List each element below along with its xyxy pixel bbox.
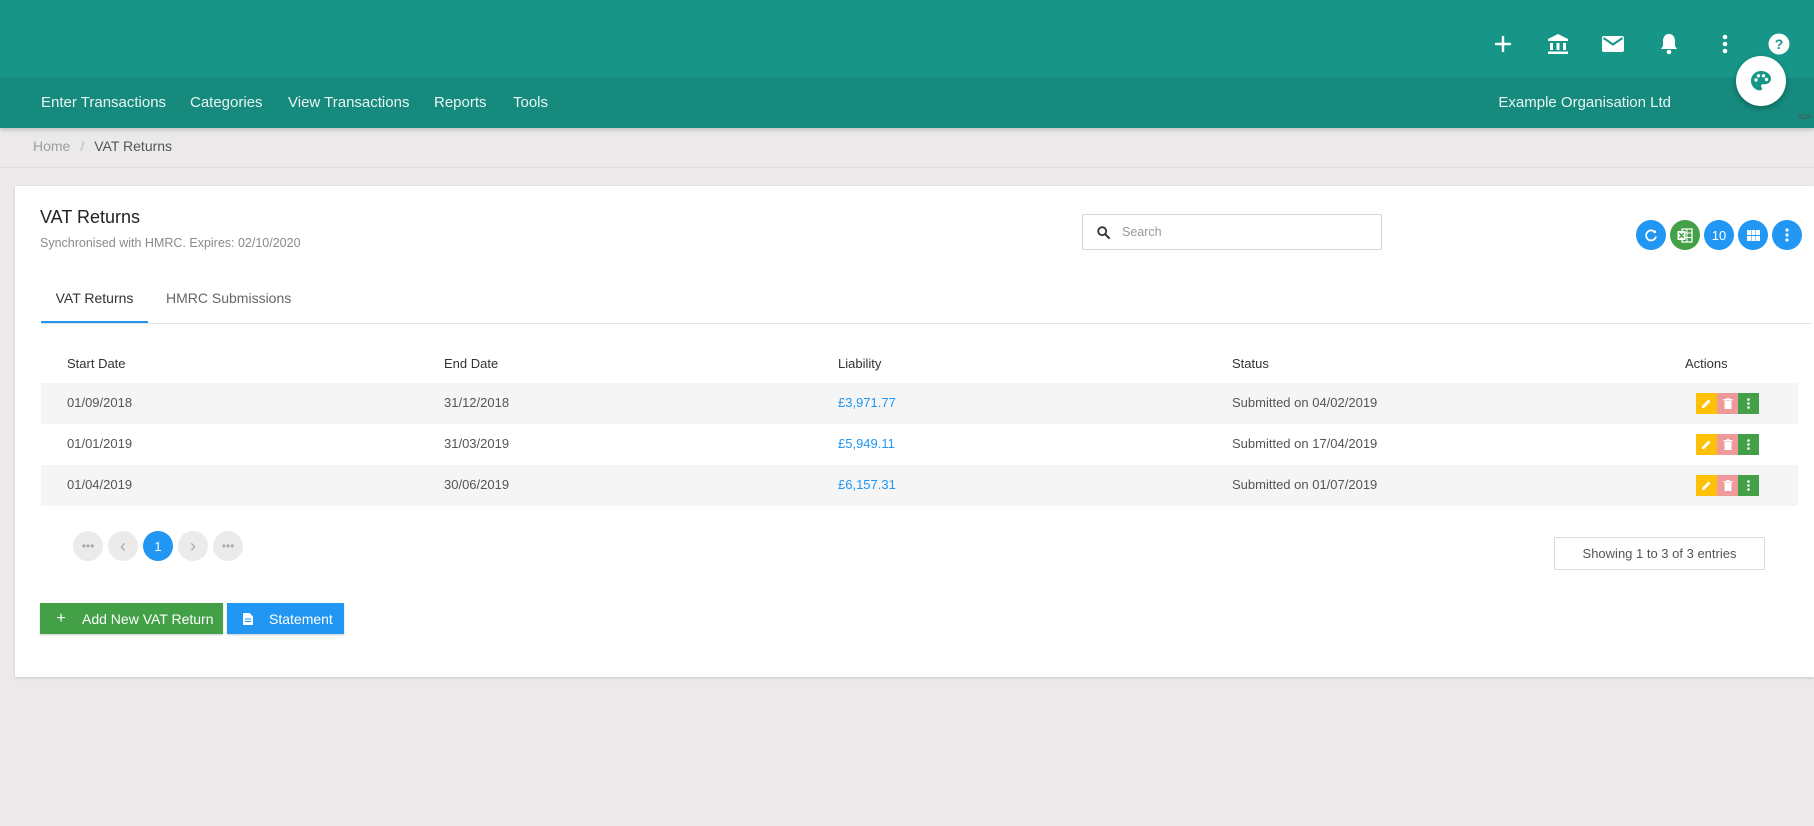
row-more-button[interactable] [1738, 475, 1759, 496]
svg-text:?: ? [1775, 36, 1784, 52]
page-size-button[interactable]: 10 [1704, 220, 1734, 250]
edit-button[interactable] [1696, 434, 1717, 455]
plus-icon: + [56, 609, 66, 627]
plus-icon[interactable] [1491, 32, 1515, 56]
row-actions [1696, 434, 1759, 455]
cell-end-date: 30/06/2019 [444, 477, 510, 492]
trash-icon [1723, 439, 1732, 450]
more-vert-icon[interactable] [1713, 32, 1737, 56]
statement-label: Statement [269, 610, 333, 627]
row-more-button[interactable] [1738, 393, 1759, 414]
column-header-start-date[interactable]: Start Date [67, 356, 126, 371]
sync-status: Synchronised with HMRC. Expires: 02/10/2… [40, 236, 301, 250]
export-excel-button[interactable] [1670, 220, 1700, 250]
more-vert-icon [1747, 439, 1750, 450]
bell-icon[interactable] [1657, 32, 1681, 56]
pencil-icon [1702, 440, 1711, 449]
search-icon [1097, 225, 1110, 239]
tab-vat-returns[interactable]: VAT Returns [41, 274, 148, 323]
table-row: 01/01/2019 31/03/2019 £5,949.11 Submitte… [41, 424, 1798, 465]
app-header: ? [0, 0, 1814, 78]
edit-button[interactable] [1696, 393, 1717, 414]
help-icon[interactable]: ? [1767, 32, 1791, 56]
cell-status: Submitted on 04/02/2019 [1232, 395, 1378, 410]
statement-button[interactable]: Statement [227, 603, 344, 634]
cell-liability-link[interactable]: £3,971.77 [838, 395, 896, 410]
cell-end-date: 31/12/2018 [444, 395, 510, 410]
organisation-name[interactable]: Example Organisation Ltd [1498, 78, 1671, 128]
more-options-button[interactable] [1772, 220, 1802, 250]
breadcrumb-home[interactable]: Home [33, 138, 70, 154]
nav-reports[interactable]: Reports [434, 78, 487, 128]
cell-liability-link[interactable]: £6,157.31 [838, 477, 896, 492]
first-page-button[interactable]: ••• [73, 531, 103, 561]
table-row: 01/04/2019 30/06/2019 £6,157.31 Submitte… [41, 465, 1798, 506]
row-more-button[interactable] [1738, 434, 1759, 455]
more-vert-icon [1785, 228, 1789, 242]
column-header-status[interactable]: Status [1232, 356, 1269, 371]
trash-icon [1723, 480, 1732, 491]
breadcrumb: Home / VAT Returns [33, 138, 172, 154]
breadcrumb-divider [0, 167, 1814, 168]
add-vat-return-button[interactable]: + Add New VAT Return [40, 603, 223, 634]
pencil-icon [1702, 481, 1711, 490]
cell-start-date: 01/01/2019 [67, 436, 133, 451]
table-row: 01/09/2018 31/12/2018 £3,971.77 Submitte… [41, 383, 1798, 424]
delete-button[interactable] [1717, 393, 1738, 414]
refresh-icon [1645, 229, 1657, 242]
vat-returns-card: VAT Returns Synchronised with HMRC. Expi… [15, 186, 1814, 677]
nav-view-transactions[interactable]: View Transactions [288, 78, 409, 128]
delete-button[interactable] [1717, 434, 1738, 455]
column-header-liability[interactable]: Liability [838, 356, 881, 371]
column-header-actions: Actions [1685, 356, 1728, 371]
more-vert-icon [1747, 398, 1750, 409]
last-page-button[interactable]: ••• [213, 531, 243, 561]
nav-categories[interactable]: Categories [190, 78, 263, 128]
row-actions [1696, 393, 1759, 414]
page-1-button[interactable]: 1 [143, 531, 173, 561]
document-icon [227, 612, 269, 625]
cell-start-date: 01/09/2018 [67, 395, 133, 410]
pencil-icon [1702, 399, 1711, 408]
trash-icon [1723, 398, 1732, 409]
cell-end-date: 31/03/2019 [444, 436, 510, 451]
theme-button[interactable] [1736, 56, 1786, 106]
add-vat-return-label: Add New VAT Return [82, 610, 214, 627]
next-page-button[interactable]: › [178, 531, 208, 561]
main-nav: Enter Transactions Categories View Trans… [0, 78, 1814, 128]
cell-status: Submitted on 01/07/2019 [1232, 477, 1378, 492]
palette-icon [1751, 71, 1771, 91]
tabs-divider [41, 323, 1812, 324]
nav-tools[interactable]: Tools [513, 78, 548, 128]
more-vert-icon [1747, 480, 1750, 491]
mail-icon[interactable] [1601, 32, 1625, 56]
cell-status: Submitted on 17/04/2019 [1232, 436, 1378, 451]
page-title: VAT Returns [40, 207, 141, 227]
columns-button[interactable] [1738, 220, 1768, 250]
delete-button[interactable] [1717, 475, 1738, 496]
tab-hmrc-submissions[interactable]: HMRC Submissions [166, 274, 291, 323]
entries-info: Showing 1 to 3 of 3 entries [1554, 537, 1765, 570]
column-header-end-date[interactable]: End Date [444, 356, 498, 371]
row-actions [1696, 475, 1759, 496]
code-toggle-icon[interactable]: <> [1798, 110, 1811, 123]
cell-start-date: 01/04/2019 [67, 477, 133, 492]
search-box [1082, 214, 1382, 250]
breadcrumb-current: VAT Returns [94, 138, 173, 154]
cell-liability-link[interactable]: £5,949.11 [838, 436, 895, 451]
excel-icon [1677, 227, 1693, 243]
grid-icon [1746, 229, 1760, 241]
prev-page-button[interactable]: ‹ [108, 531, 138, 561]
search-input[interactable] [1122, 225, 1362, 239]
sync-button[interactable] [1636, 220, 1666, 250]
edit-button[interactable] [1696, 475, 1717, 496]
breadcrumb-separator: / [80, 138, 85, 154]
bank-icon[interactable] [1546, 32, 1570, 56]
nav-enter-transactions[interactable]: Enter Transactions [41, 78, 166, 128]
